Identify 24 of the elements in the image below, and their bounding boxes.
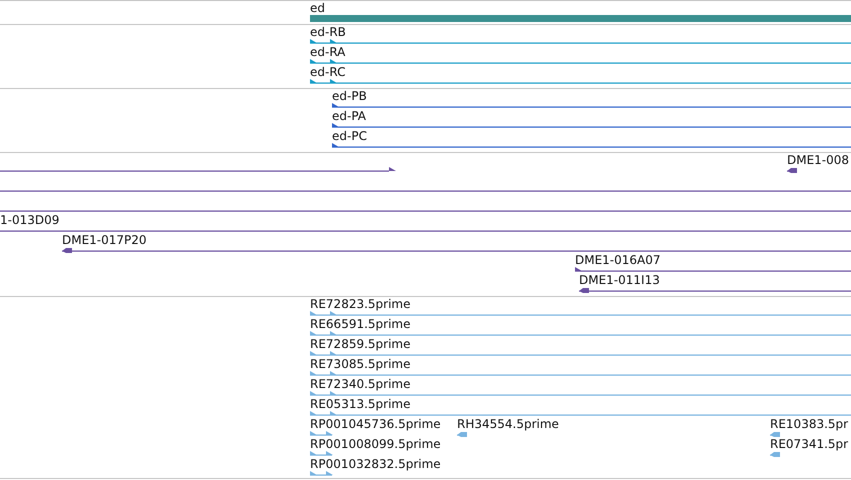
feature-label[interactable]: RP001045736.5prime <box>310 417 441 431</box>
feature-label[interactable]: ed-RB <box>310 25 346 39</box>
feature-label[interactable]: RE72340.5prime <box>310 377 410 391</box>
feature-label[interactable]: RH34554.5prime <box>457 417 559 431</box>
feature-label[interactable]: ed-PA <box>332 109 366 123</box>
feature-label[interactable]: RE72859.5prime <box>310 337 410 351</box>
feature-label[interactable]: RE66591.5prime <box>310 317 410 331</box>
feature-label[interactable]: RE10383.5pr <box>770 417 848 431</box>
feature-label[interactable]: RE72823.5prime <box>310 297 410 311</box>
feature-label[interactable]: DME1-017P20 <box>62 233 147 247</box>
feature-label[interactable]: ed-RA <box>310 45 346 59</box>
feature-label[interactable]: ed-RC <box>310 65 346 79</box>
feature-label[interactable]: DME1-008 <box>787 153 850 167</box>
feature-label[interactable]: ed-PC <box>332 129 367 143</box>
feature-label[interactable]: 1-013D09 <box>0 213 60 227</box>
feature-label[interactable]: RP001032832.5prime <box>310 457 441 471</box>
feature-label[interactable]: RE73085.5prime <box>310 357 410 371</box>
feature-label[interactable]: RP001008099.5prime <box>310 437 441 451</box>
feature-label[interactable]: ed-PB <box>332 89 367 103</box>
feature-label[interactable]: ed <box>310 1 325 15</box>
feature-label[interactable]: RE05313.5prime <box>310 397 410 411</box>
feature-label[interactable]: RE07341.5pr <box>770 437 848 451</box>
feature-label[interactable]: DME1-011I13 <box>579 273 660 287</box>
feature-label[interactable]: DME1-016A07 <box>575 253 661 267</box>
